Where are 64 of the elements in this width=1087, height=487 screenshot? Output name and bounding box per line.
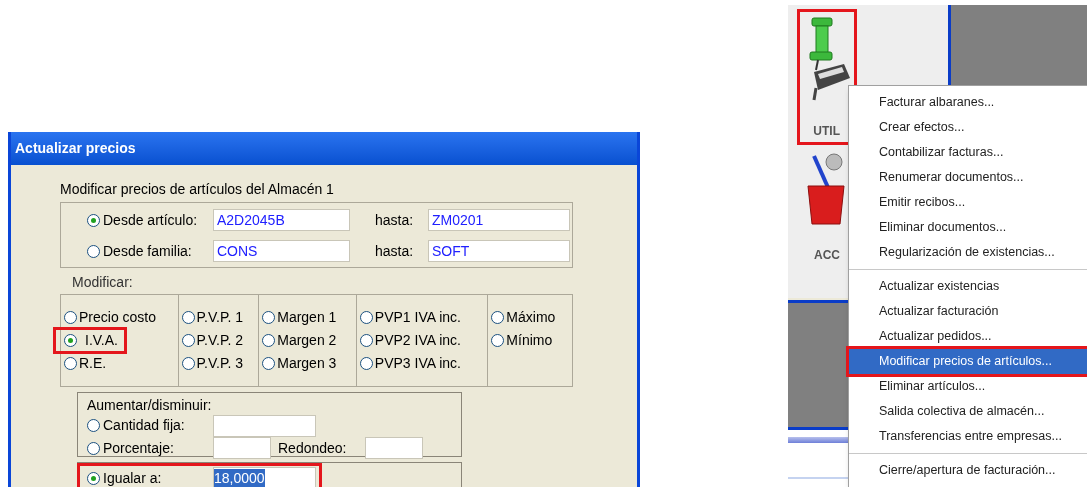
menu-item[interactable]: Salida colectiva de almacén... <box>849 399 1087 424</box>
option-label[interactable]: Margen 2 <box>277 330 337 351</box>
text-field[interactable]: 18,0000 <box>213 467 316 487</box>
field-label: hasta: <box>375 241 415 261</box>
menu-item[interactable]: Actualizar pedidos... <box>849 324 1087 349</box>
option-label[interactable]: PVP1 IVA inc. <box>374 307 461 328</box>
radio-button[interactable] <box>87 244 100 258</box>
selected-text: 18,0000 <box>214 469 265 487</box>
option-label[interactable]: PVP3 IVA inc. <box>374 353 461 374</box>
radio-button[interactable] <box>262 334 276 347</box>
window-title: Actualizar precios <box>11 132 637 165</box>
toolbar-label: UTIL <box>812 123 840 140</box>
text-field[interactable]: ZM0201 <box>428 209 570 231</box>
radio-button[interactable] <box>87 213 100 227</box>
radio-button[interactable] <box>359 334 373 347</box>
field-label: Redondeo: <box>278 438 348 458</box>
radio-button[interactable] <box>64 311 77 324</box>
section-heading: Modificar precios de artículos del Almacén 1 <box>60 180 335 198</box>
menu-item[interactable]: Eliminar artículos... <box>849 374 1087 399</box>
radio-button[interactable] <box>64 334 77 347</box>
text-field[interactable] <box>213 437 271 459</box>
option-label[interactable]: Porcentaje: <box>103 437 174 459</box>
radio-button[interactable] <box>181 357 195 370</box>
radio-button[interactable] <box>359 311 373 324</box>
option-label[interactable]: Máximo <box>506 307 556 328</box>
text-field[interactable] <box>365 437 423 459</box>
option-label[interactable]: Cantidad fija: <box>103 415 185 436</box>
option-label[interactable]: Precio costo <box>79 307 157 328</box>
field-label: hasta: <box>375 210 415 230</box>
radio-button[interactable] <box>181 311 195 324</box>
option-label[interactable]: P.V.P. 1 <box>196 307 243 328</box>
option-label[interactable]: Desde familia: <box>103 240 192 262</box>
option-label[interactable]: Margen 3 <box>277 353 337 374</box>
group-title: Aumentar/disminuir: <box>87 396 213 414</box>
radio-button[interactable] <box>262 357 276 370</box>
menu-item[interactable]: Cierre/apertura de facturación... <box>849 458 1087 483</box>
option-label[interactable]: Margen 1 <box>277 307 337 328</box>
toolbar-label: ACC <box>813 247 840 264</box>
menu-item[interactable]: Modificar precios de artículos... <box>849 349 1087 374</box>
menu-item[interactable]: Actualizar existencias <box>849 274 1087 299</box>
radio-button[interactable] <box>181 334 195 347</box>
radio-button[interactable] <box>359 357 373 370</box>
radio-button[interactable] <box>491 311 505 324</box>
modify-label: Modificar: <box>72 273 134 292</box>
option-label[interactable]: Igualar a: <box>103 467 162 487</box>
radio-button[interactable] <box>491 334 505 347</box>
text-field[interactable]: SOFT <box>428 240 570 262</box>
option-label[interactable]: Mínimo <box>506 330 553 351</box>
menu-item[interactable]: Actualizar facturación <box>849 299 1087 324</box>
option-label[interactable]: Desde artículo: <box>103 209 198 231</box>
option-label[interactable]: I.V.A. <box>79 330 124 351</box>
text-field[interactable]: A2D2045B <box>213 209 350 231</box>
menu-item[interactable]: Transferencias entre empresas... <box>849 424 1087 449</box>
text-field[interactable] <box>213 414 316 437</box>
radio-button[interactable] <box>87 471 100 485</box>
option-label[interactable]: R.E. <box>79 353 107 374</box>
option-label[interactable]: P.V.P. 2 <box>196 330 243 351</box>
radio-button[interactable] <box>64 357 77 370</box>
radio-button[interactable] <box>87 419 100 432</box>
text-field[interactable]: CONS <box>213 240 350 262</box>
option-label[interactable]: PVP2 IVA inc. <box>374 330 461 351</box>
radio-button[interactable] <box>87 441 100 455</box>
option-label[interactable]: P.V.P. 3 <box>196 353 243 374</box>
radio-button[interactable] <box>262 311 276 324</box>
